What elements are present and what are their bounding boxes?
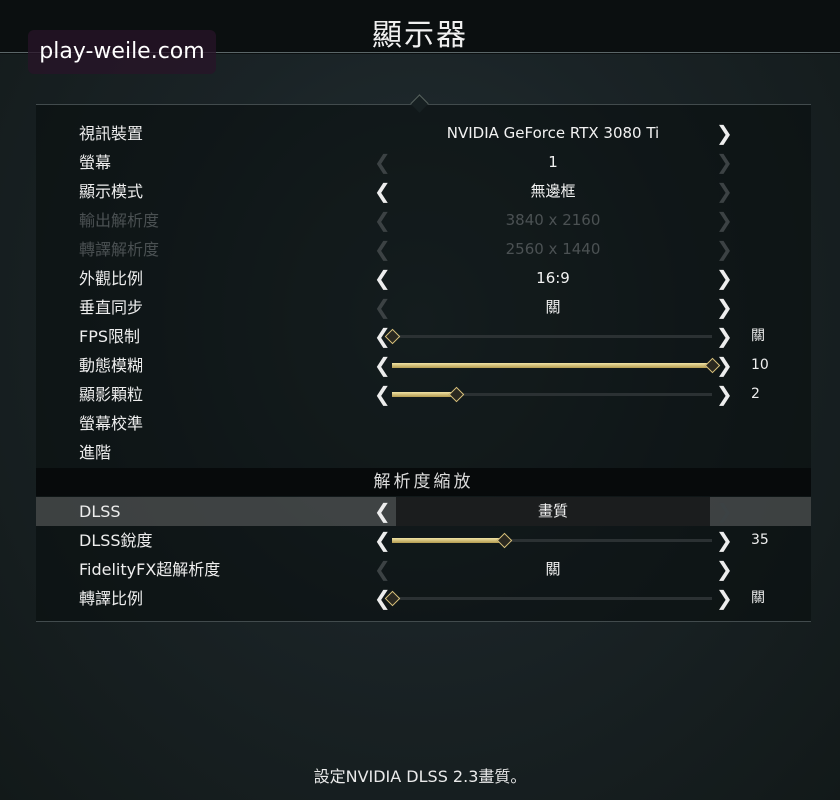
chevron-right-icon[interactable]: ❯ [716,555,733,584]
setting-row-motion-blur[interactable]: 動態模糊 ❮ ❯ 10 [36,351,811,380]
chevron-left-icon[interactable]: ❮ [374,497,391,526]
setting-label: 轉譯解析度 [79,240,160,259]
setting-value: 2560 x 1440 [505,240,601,258]
chevron-right-icon: ❯ [716,499,733,523]
setting-row-dlss-sharpness[interactable]: DLSS銳度 ❮ ❯ 35 [36,526,811,555]
setting-value: 3840 x 2160 [505,211,601,229]
slider-fill [392,363,712,368]
setting-label: 視訊裝置 [79,124,144,143]
slider-value: 關 [751,328,765,344]
chevron-left-icon: ❮ [374,150,391,174]
setting-label: 動態模糊 [79,356,144,375]
setting-label: 顯示模式 [79,182,144,201]
chevron-right-icon[interactable]: ❯ [716,119,733,148]
setting-row-screen-calibration[interactable]: 螢幕校準 [36,409,811,438]
setting-label: DLSS [79,502,121,521]
setting-label: 進階 [79,443,112,462]
setting-label: 螢幕校準 [79,414,144,433]
chevron-right-icon: ❯ [716,150,733,174]
setting-label: 螢幕 [79,153,112,172]
setting-value: 16:9 [536,269,570,287]
slider-value: 2 [751,386,760,402]
slider-track[interactable] [384,328,712,345]
section-header-resolution-scaling: 解析度縮放 [36,468,811,496]
chevron-right-icon[interactable]: ❯ [716,264,733,293]
watermark: play-weile.com [28,30,216,74]
slider-fill [392,392,456,397]
setting-row-film-grain[interactable]: 顯影顆粒 ❮ ❯ 2 [36,380,811,409]
chevron-right-icon: ❯ [716,237,733,261]
setting-label: 轉譯比例 [79,589,144,608]
chevron-right-icon[interactable]: ❯ [716,293,733,322]
setting-row-render-scale[interactable]: 轉譯比例 ❮ ❯ 關 [36,584,811,613]
setting-row-monitor[interactable]: 螢幕 ❮ 1 ❯ [36,148,811,177]
chevron-right-icon: ❯ [716,208,733,232]
slider-value: 關 [751,590,765,606]
chevron-left-icon[interactable]: ❮ [374,380,391,409]
setting-row-render-resolution: 轉譯解析度 ❮ 2560 x 1440 ❯ [36,235,811,264]
setting-label: 輸出解析度 [79,211,160,230]
setting-label: 顯影顆粒 [79,385,144,404]
setting-row-dlss[interactable]: DLSS ❮ 畫質 ❯ [36,497,811,526]
chevron-right-icon[interactable]: ❯ [716,380,733,409]
slider-value: 10 [751,357,769,373]
setting-value: 關 [545,560,561,578]
chevron-left-icon[interactable]: ❮ [374,526,391,555]
setting-label: DLSS銳度 [79,531,153,550]
slider-fill [392,538,504,543]
chevron-right-icon[interactable]: ❯ [716,526,733,555]
setting-row-aspect-ratio[interactable]: 外觀比例 ❮ 16:9 ❯ [36,264,811,293]
setting-row-fps-limit[interactable]: FPS限制 ❮ ❯ 關 [36,322,811,351]
slider-track[interactable] [392,386,712,403]
chevron-right-icon: ❯ [716,179,733,203]
slider-knob-icon[interactable] [448,386,465,403]
chevron-left-icon[interactable]: ❮ [374,351,391,380]
footer-hint: 設定NVIDIA DLSS 2.3畫質。 [313,767,527,786]
setting-label: FPS限制 [79,327,141,346]
setting-row-advanced[interactable]: 進階 [36,438,811,467]
slider-track[interactable] [384,590,712,607]
setting-row-vsync[interactable]: 垂直同步 ❮ 關 ❯ [36,293,811,322]
setting-row-fidelityfx[interactable]: FidelityFX超解析度 ❮ 關 ❯ [36,555,811,584]
setting-value: 畫質 [537,502,568,520]
setting-value: 1 [548,153,558,171]
chevron-left-icon: ❮ [374,208,391,232]
setting-label: FidelityFX超解析度 [79,560,221,579]
setting-value: NVIDIA GeForce RTX 3080 Ti [446,124,660,142]
chevron-left-icon[interactable]: ❮ [374,264,391,293]
chevron-left-icon: ❮ [374,295,391,319]
slider-knob-icon[interactable] [496,532,513,549]
chevron-right-icon[interactable]: ❯ [716,322,733,351]
slider-track[interactable] [392,532,712,549]
setting-row-display-mode[interactable]: 顯示模式 ❮ 無邊框 ❯ [36,177,811,206]
chevron-left-icon: ❮ [374,557,391,581]
slider-track[interactable] [392,357,721,374]
chevron-left-icon[interactable]: ❮ [374,177,391,206]
chevron-right-icon[interactable]: ❯ [716,584,733,613]
setting-label: 垂直同步 [79,298,144,317]
setting-row-video-device[interactable]: 視訊裝置 NVIDIA GeForce RTX 3080 Ti ❯ [36,119,811,148]
chevron-right-icon[interactable]: ❯ [716,351,733,380]
slider-value: 35 [751,532,769,548]
setting-value: 無邊框 [530,182,576,200]
chevron-left-icon: ❮ [374,237,391,261]
setting-row-output-resolution: 輸出解析度 ❮ 3840 x 2160 ❯ [36,206,811,235]
setting-value: 關 [545,298,561,316]
setting-label: 外觀比例 [79,269,144,288]
